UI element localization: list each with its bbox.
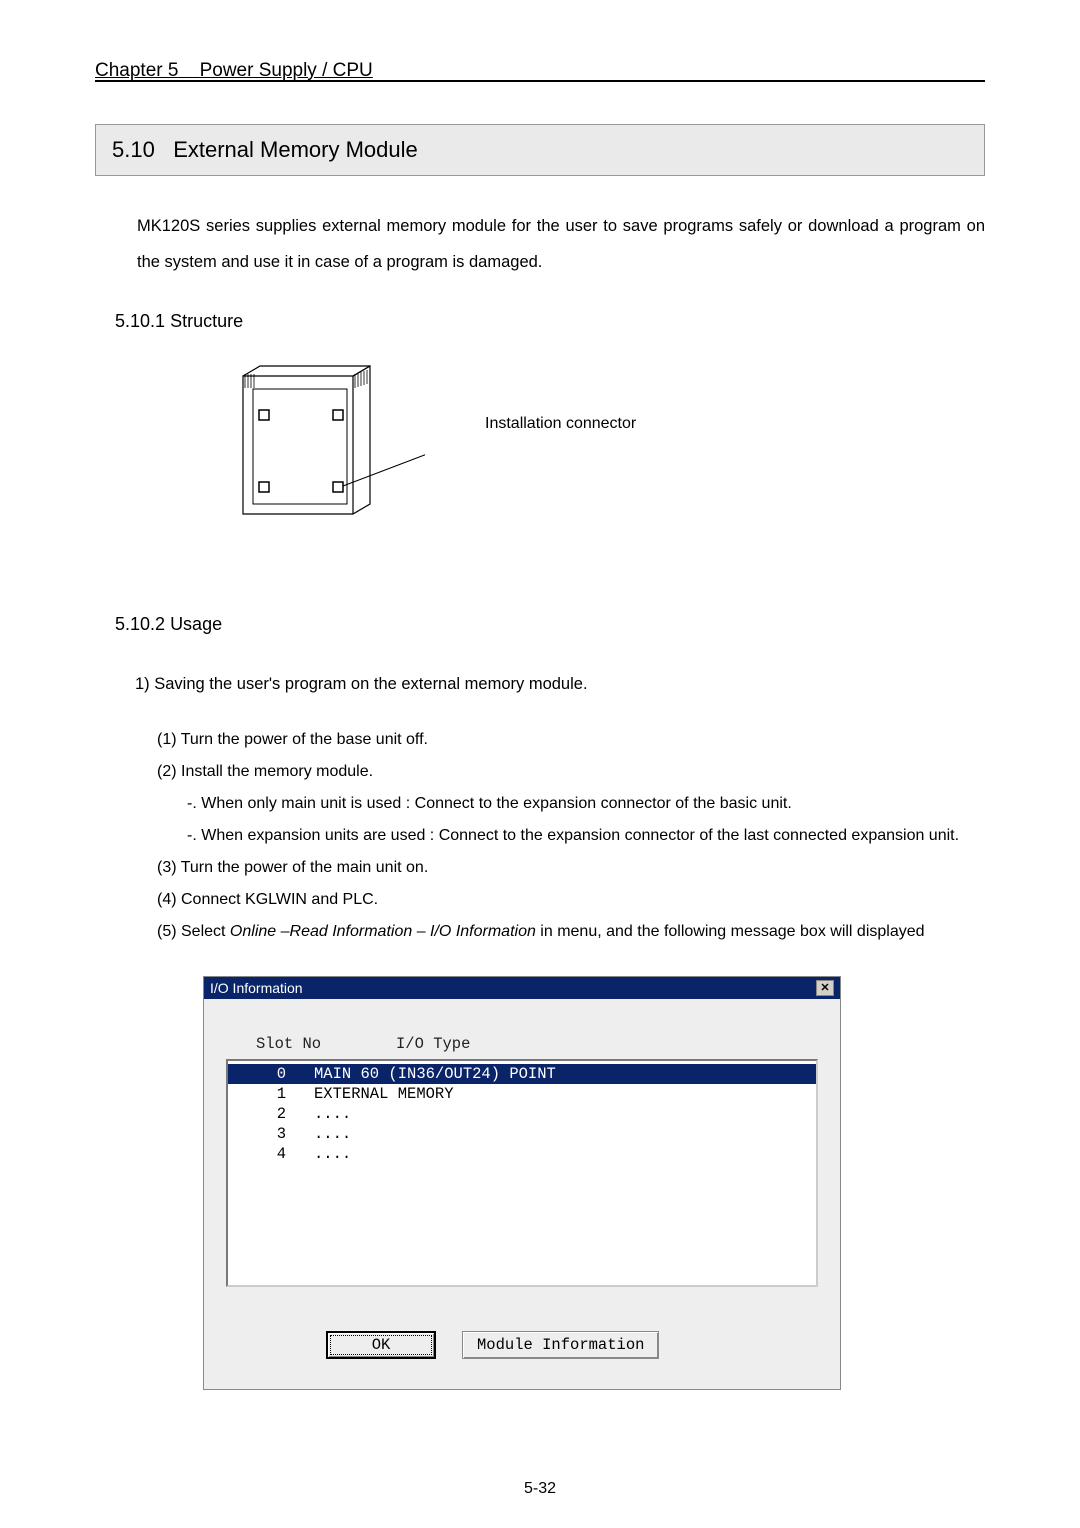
dialog-titlebar[interactable]: I/O Information ✕ <box>204 977 840 999</box>
table-row[interactable]: 1 EXTERNAL MEMORY <box>228 1084 816 1104</box>
table-row[interactable]: 4 .... <box>228 1144 816 1164</box>
type-cell: .... <box>314 1145 351 1163</box>
table-row[interactable]: 3 .... <box>228 1124 816 1144</box>
section-title-text: External Memory Module <box>173 137 418 162</box>
slot-cell: 0 <box>228 1065 314 1083</box>
subsection-usage: 5.10.2 Usage <box>115 614 985 635</box>
col-type-header: I/O Type <box>396 1035 470 1053</box>
module-information-button[interactable]: Module Information <box>462 1331 659 1359</box>
type-cell: EXTERNAL MEMORY <box>314 1085 454 1103</box>
step-5-menu-path: Online –Read Information – I/O Informati… <box>230 923 536 940</box>
slot-cell: 3 <box>228 1125 314 1143</box>
type-cell: .... <box>314 1125 351 1143</box>
slot-cell: 2 <box>228 1105 314 1123</box>
ok-button[interactable]: OK <box>326 1331 436 1359</box>
usage-steps: (1) Turn the power of the base unit off.… <box>157 724 985 948</box>
slot-cell: 1 <box>228 1085 314 1103</box>
step-1: (1) Turn the power of the base unit off. <box>157 724 985 756</box>
close-icon[interactable]: ✕ <box>816 980 834 996</box>
step-2: (2) Install the memory module. <box>157 756 985 788</box>
dialog-title: I/O Information <box>210 980 303 996</box>
col-slot-header: Slot No <box>256 1035 396 1053</box>
usage-step-heading: 1) Saving the user's program on the exte… <box>135 675 985 694</box>
io-listbox[interactable]: 0 MAIN 60 (IN36/OUT24) POINT 1 EXTERNAL … <box>226 1059 818 1287</box>
table-header: Slot No I/O Type <box>226 1035 818 1059</box>
table-row[interactable]: 2 .... <box>228 1104 816 1124</box>
type-cell: MAIN 60 (IN36/OUT24) POINT <box>314 1065 556 1083</box>
chapter-header: Chapter 5 Power Supply / CPU <box>95 60 985 82</box>
type-cell: .... <box>314 1105 351 1123</box>
dialog-button-row: OK Module Information <box>326 1331 818 1359</box>
connector-label: Installation connector <box>485 415 636 433</box>
page-number: 5-32 <box>0 1480 1080 1498</box>
subsection-structure: 5.10.1 Structure <box>115 311 985 332</box>
section-number: 5.10 <box>112 137 155 162</box>
section-intro: MK120S series supplies external memory m… <box>137 208 985 281</box>
table-row[interactable]: 0 MAIN 60 (IN36/OUT24) POINT <box>228 1064 816 1084</box>
section-title-box: 5.10 External Memory Module <box>95 124 985 176</box>
step-3: (3) Turn the power of the main unit on. <box>157 852 985 884</box>
io-information-dialog: I/O Information ✕ Slot No I/O Type 0 MAI… <box>203 976 841 1390</box>
step-5: (5) Select Online –Read Information – I/… <box>157 916 985 948</box>
structure-figure: Installation connector <box>225 354 985 524</box>
step-4: (4) Connect KGLWIN and PLC. <box>157 884 985 916</box>
chapter-label: Chapter 5 Power Supply / CPU <box>95 60 373 83</box>
dialog-body: Slot No I/O Type 0 MAIN 60 (IN36/OUT24) … <box>204 999 840 1389</box>
slot-cell: 4 <box>228 1145 314 1163</box>
step-2a: -. When only main unit is used : Connect… <box>187 788 985 820</box>
memory-module-drawing <box>225 354 425 524</box>
step-2b: -. When expansion units are used : Conne… <box>187 820 985 852</box>
